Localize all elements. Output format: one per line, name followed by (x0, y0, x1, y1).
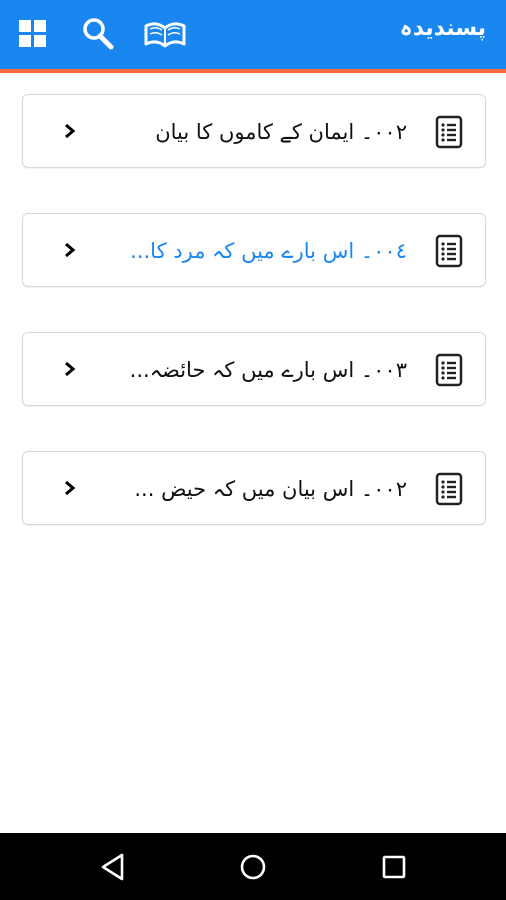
list-item[interactable]: ٠٠٤۔ اس بارے میں کہ مرد کا... (22, 213, 486, 287)
list-item[interactable]: ٠٠٣۔ اس بارے میں کہ حائضہ... (22, 332, 486, 406)
grid-icon[interactable] (16, 16, 52, 52)
document-list-icon (435, 472, 463, 506)
recents-icon[interactable] (377, 850, 411, 884)
document-list-icon (435, 234, 463, 268)
favorites-list: ٠٠٢۔ ایمان کے کاموں کا بیان ٠٠٤۔ اس بارے… (22, 94, 486, 570)
list-item-label: ٠٠٤۔ اس بارے میں کہ مرد کا... (130, 239, 407, 263)
document-list-icon (435, 353, 463, 387)
list-item-label: ٠٠٢۔ ایمان کے کاموں کا بیان (155, 120, 407, 144)
page-title: پسندیدہ (399, 16, 486, 41)
list-item[interactable]: ٠٠٢۔ اس بیان میں کہ حیض ... (22, 451, 486, 525)
list-item-label: ٠٠٢۔ اس بیان میں کہ حیض ... (134, 477, 407, 501)
list-item-label: ٠٠٣۔ اس بارے میں کہ حائضہ... (129, 358, 407, 382)
app-bar-accent-line (0, 69, 506, 73)
chevron-right-icon (63, 120, 77, 142)
search-icon[interactable] (80, 16, 116, 52)
back-icon[interactable] (96, 850, 130, 884)
open-book-icon[interactable] (142, 16, 188, 52)
document-list-icon (435, 115, 463, 149)
chevron-right-icon (63, 358, 77, 380)
system-nav-bar (0, 833, 506, 900)
chevron-right-icon (63, 239, 77, 261)
chevron-right-icon (63, 477, 77, 499)
list-item[interactable]: ٠٠٢۔ ایمان کے کاموں کا بیان (22, 94, 486, 168)
home-icon[interactable] (236, 850, 270, 884)
app-bar: پسندیدہ (0, 0, 506, 69)
